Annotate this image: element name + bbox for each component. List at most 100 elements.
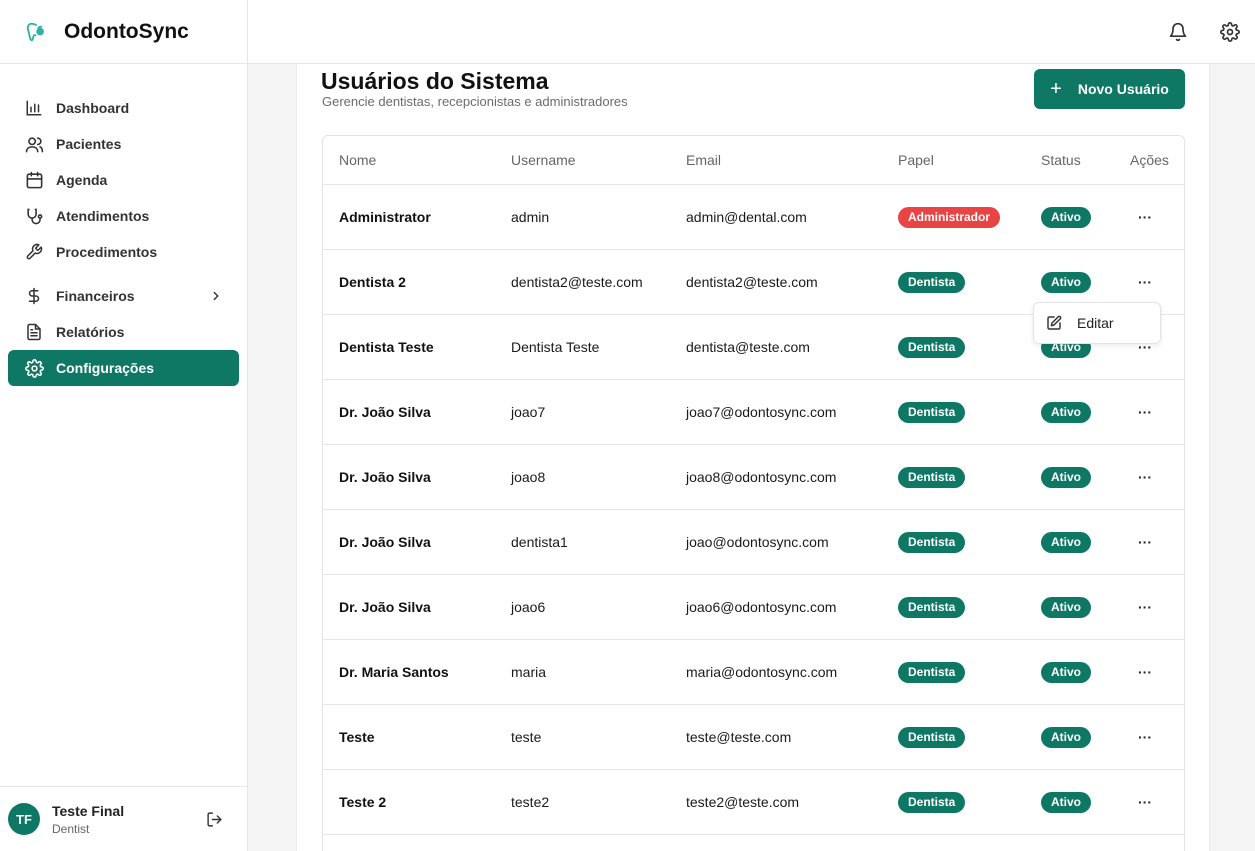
chevron-right-icon	[209, 289, 223, 303]
status-badge: Ativo	[1041, 726, 1091, 748]
cell-username: joao6	[511, 599, 546, 615]
calendar-icon	[24, 170, 44, 190]
cell-username: dentista2@teste.com	[511, 274, 643, 290]
role-badge: Dentista	[898, 271, 966, 293]
role-badge: Dentista	[898, 791, 966, 813]
column-header-status: Status	[1041, 152, 1081, 168]
status-badge: Ativo	[1041, 531, 1091, 553]
status-badge: Ativo	[1041, 271, 1091, 293]
column-header-email: Email	[686, 152, 722, 168]
cell-email: joao6@odontosync.com	[686, 599, 837, 615]
tooth-logo-icon	[24, 20, 48, 44]
cell-acoes: ···	[1130, 770, 1160, 834]
status-badge: Ativo	[1041, 466, 1091, 488]
cell-nome: Dr. João Silva	[339, 469, 431, 485]
role-badge: Dentista	[898, 401, 966, 423]
sidebar-item-financeiros[interactable]: Financeiros	[8, 278, 239, 314]
sidebar-item-relatorios[interactable]: Relatórios	[8, 314, 239, 350]
cell-status: Ativo	[1041, 510, 1091, 574]
cell-status: Ativo	[1041, 770, 1091, 834]
sidebar-item-label: Procedimentos	[56, 244, 158, 260]
logout-icon[interactable]	[206, 811, 223, 828]
row-actions-button[interactable]: ···	[1130, 790, 1160, 814]
table-header: Nome Username Email Papel Status Ações	[323, 136, 1184, 185]
cell-username: Dentista Teste	[511, 339, 600, 355]
status-badge: Ativo	[1041, 401, 1091, 423]
cell-email: joao7@odontosync.com	[686, 404, 837, 420]
cell-papel: Dentista	[898, 445, 966, 509]
cell-papel: Dentista	[898, 250, 966, 314]
file-text-icon	[24, 322, 44, 342]
edit-icon	[1046, 315, 1062, 331]
status-badge: Ativo	[1041, 206, 1091, 228]
cell-email: maria@odontosync.com	[686, 664, 838, 680]
status-badge: Ativo	[1041, 596, 1091, 618]
cell-username: admin	[511, 209, 550, 225]
column-header-acoes: Ações	[1130, 152, 1169, 168]
settings-icon[interactable]	[1220, 22, 1240, 42]
row-actions-button[interactable]: ···	[1130, 660, 1160, 684]
role-badge: Dentista	[898, 466, 966, 488]
avatar: TF	[8, 803, 40, 835]
user-role: Dentist	[52, 821, 90, 836]
bell-icon[interactable]	[1168, 22, 1188, 42]
cell-nome: Dr. João Silva	[339, 404, 431, 420]
cell-acoes: ···	[1130, 445, 1160, 509]
new-user-button[interactable]: + Novo Usuário	[1034, 69, 1185, 109]
cell-nome: Dr. Maria Santos	[339, 664, 449, 680]
page-subtitle: Gerencie dentistas, recepcionistas e adm…	[322, 94, 628, 109]
cell-email: admin@dental.com	[686, 209, 807, 225]
role-badge: Dentista	[898, 596, 966, 618]
top-bar	[248, 0, 1255, 64]
cell-status: Ativo	[1041, 575, 1091, 639]
sidebar-item-procedimentos[interactable]: Procedimentos	[8, 234, 239, 270]
row-actions-button[interactable]: ···	[1130, 595, 1160, 619]
dollar-icon	[24, 286, 44, 306]
sidebar-item-label: Atendimentos	[56, 208, 150, 224]
row-actions-button[interactable]: ···	[1130, 530, 1160, 554]
row-actions-menu-edit[interactable]: Editar	[1033, 302, 1161, 344]
cell-status: Ativo	[1041, 445, 1091, 509]
sidebar-item-atendimentos[interactable]: Atendimentos	[8, 198, 239, 234]
sidebar: OdontoSync Dashboard Pacientes Agenda At…	[0, 0, 248, 851]
row-actions-button[interactable]: ···	[1130, 270, 1160, 294]
row-actions-button[interactable]: ···	[1130, 400, 1160, 424]
cell-papel: Dentista	[898, 705, 966, 769]
column-header-username: Username	[511, 152, 576, 168]
table-row: Dr. Maria Santos maria maria@odontosync.…	[323, 640, 1184, 705]
wrench-icon	[24, 242, 44, 262]
cell-status: Ativo	[1041, 640, 1091, 704]
brand: OdontoSync	[0, 0, 247, 64]
user-info: Teste Final Dentist	[52, 803, 124, 836]
sidebar-item-configuracoes[interactable]: Configurações	[8, 350, 239, 386]
page-title: Usuários do Sistema	[321, 68, 549, 94]
cell-acoes: ···	[1130, 510, 1160, 574]
cell-nome: Dr. João Silva	[339, 534, 431, 550]
sidebar-item-label: Agenda	[56, 172, 108, 188]
sidebar-item-agenda[interactable]: Agenda	[8, 162, 239, 198]
cell-username: dentista1	[511, 534, 568, 550]
column-header-papel: Papel	[898, 152, 934, 168]
cell-acoes: ···	[1130, 705, 1160, 769]
row-actions-button[interactable]: ···	[1130, 465, 1160, 489]
cell-status: Ativo	[1041, 185, 1091, 249]
status-badge: Ativo	[1041, 661, 1091, 683]
sidebar-item-label: Financeiros	[56, 288, 135, 304]
cell-acoes: ···	[1130, 575, 1160, 639]
cell-username: joao8	[511, 469, 546, 485]
sidebar-item-pacientes[interactable]: Pacientes	[8, 126, 239, 162]
cell-nome: Dentista Teste	[339, 339, 434, 355]
role-badge: Dentista	[898, 726, 966, 748]
role-badge: Dentista	[898, 661, 966, 683]
users-table: Nome Username Email Papel Status Ações A…	[322, 135, 1185, 851]
row-actions-button[interactable]: ···	[1130, 205, 1160, 229]
user-profile: TF Teste Final Dentist	[0, 786, 247, 851]
gear-icon	[24, 358, 44, 378]
row-actions-button[interactable]: ···	[1130, 725, 1160, 749]
cell-username: teste	[511, 729, 542, 745]
sidebar-item-label: Configurações	[56, 360, 155, 376]
bar-chart-icon	[24, 98, 44, 118]
sidebar-item-dashboard[interactable]: Dashboard	[8, 90, 239, 126]
cell-email: dentista2@teste.com	[686, 274, 818, 290]
cell-username: maria	[511, 664, 547, 680]
